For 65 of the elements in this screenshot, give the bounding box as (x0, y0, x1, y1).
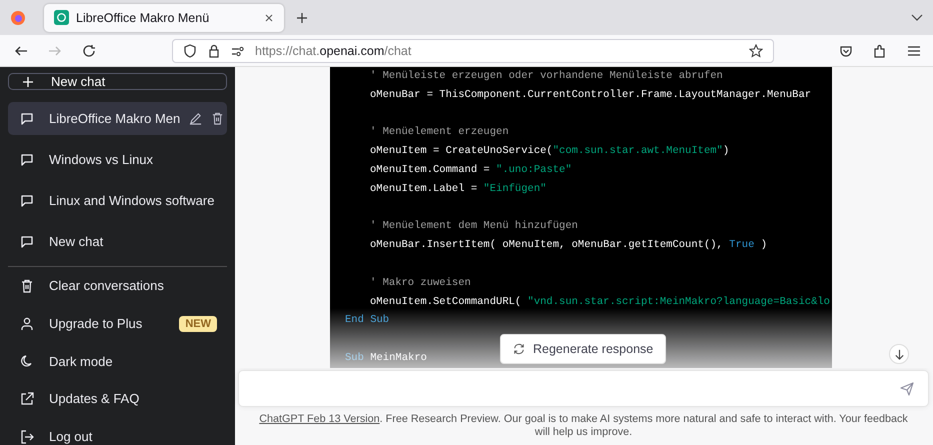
arrow-down-icon (894, 348, 904, 360)
puzzle-icon[interactable] (873, 44, 887, 58)
code-line: oMenuBar.InsertItem( oMenuItem, oMenuBar.getItemCount(), True ) (369, 238, 767, 254)
chat-history-item[interactable]: Linux and Windows software (8, 184, 227, 217)
star-icon[interactable] (749, 44, 763, 58)
scroll-down-button[interactable] (889, 344, 909, 364)
shield-icon[interactable] (183, 44, 197, 58)
moon-icon (20, 354, 34, 368)
reload-icon[interactable] (82, 44, 96, 58)
code-line: oMenuItem.SetCommandURL( "vnd.sun.star.script:MeinMakro?language=Basic&lo (369, 294, 830, 310)
pencil-icon[interactable] (189, 112, 202, 125)
external-link-icon (20, 392, 34, 406)
back-arrow-icon[interactable] (14, 44, 28, 58)
browser-tab[interactable]: LibreOffice Makro Menü (44, 4, 284, 32)
sidebar-menu-item[interactable]: Dark mode (8, 342, 227, 380)
send-icon[interactable] (900, 382, 914, 396)
menu-item-label: Upgrade to Plus (49, 316, 144, 332)
chat-bubble-icon (20, 152, 34, 166)
sidebar-menu-item[interactable]: Updates & FAQ (8, 380, 227, 418)
menu-item-label: Clear conversations (49, 278, 165, 294)
address-bar[interactable]: https://chat.openai.com/chat (172, 38, 774, 62)
code-line: oMenuBar = ThisComponent.CurrentController.Frame.LayoutManager.MenuBar (369, 88, 812, 103)
url-text: https://chat.openai.com/chat (255, 44, 412, 58)
tab-title: LibreOffice Makro Menü (76, 10, 210, 24)
chevron-down-icon[interactable] (911, 14, 923, 22)
new-badge: NEW (179, 316, 217, 332)
pocket-icon[interactable] (839, 44, 853, 58)
code-line: ' Makro zuweisen (369, 276, 471, 291)
lock-icon[interactable] (207, 44, 221, 58)
refresh-icon (513, 343, 525, 355)
logout-icon (20, 430, 34, 444)
code-line: oMenuItem = CreateUnoService("com.sun.star.awt.MenuItem") (369, 144, 730, 160)
chat-history-item[interactable]: Windows vs Linux (8, 143, 227, 176)
chat-bubble-icon (20, 234, 34, 248)
new-tab-icon[interactable] (296, 12, 308, 24)
version-link[interactable]: ChatGPT Feb 13 Version (259, 413, 380, 425)
menu-icon[interactable] (907, 44, 921, 58)
plus-icon (21, 74, 35, 88)
code-line: oMenuItem.Command = ".uno:Paste" (369, 162, 572, 178)
chat-bubble-icon (20, 194, 34, 208)
code-line: ' Menüelement dem Menü hinzufügen (369, 219, 578, 234)
sidebar-menu-item[interactable]: Clear conversations (8, 267, 227, 305)
disclaimer-text: ChatGPT Feb 13 Version. Free Research Preview. Our goal is to make AI systems more natural and safe to interact with. Your feedback will help us improve. (258, 413, 909, 439)
code-line: Sub MeinMakro (345, 350, 427, 366)
trash-icon[interactable] (211, 112, 224, 125)
code-line: ' Menüelement erzeugen (369, 125, 509, 140)
code-line: ' Menüleiste erzeugen oder vorhandene Menüleiste abrufen (369, 69, 723, 84)
chat-history-item[interactable]: LibreOffice Makro Men (8, 102, 227, 135)
new-chat-button[interactable]: New chat (8, 73, 227, 90)
app-logo-icon (54, 10, 69, 25)
code-line: oMenuItem.Label = "Einfügen" (369, 182, 546, 197)
trash-icon (20, 278, 34, 293)
code-line: End Sub (345, 313, 390, 328)
message-input[interactable] (238, 370, 929, 407)
regenerate-button[interactable]: Regenerate response (500, 334, 666, 364)
menu-item-label: Dark mode (49, 354, 114, 369)
menu-item-label: Updates & FAQ (49, 391, 140, 406)
browser-logo-icon[interactable] (10, 10, 26, 26)
sidebar-menu-item[interactable]: Log out (8, 418, 227, 445)
close-icon[interactable] (264, 12, 274, 22)
menu-item-label: Log out (49, 429, 94, 444)
chat-history-item[interactable]: New chat (8, 225, 227, 258)
user-icon (20, 316, 34, 331)
chat-bubble-icon (20, 112, 34, 126)
sidebar-menu-item[interactable]: Upgrade to Plus NEW (8, 304, 227, 342)
